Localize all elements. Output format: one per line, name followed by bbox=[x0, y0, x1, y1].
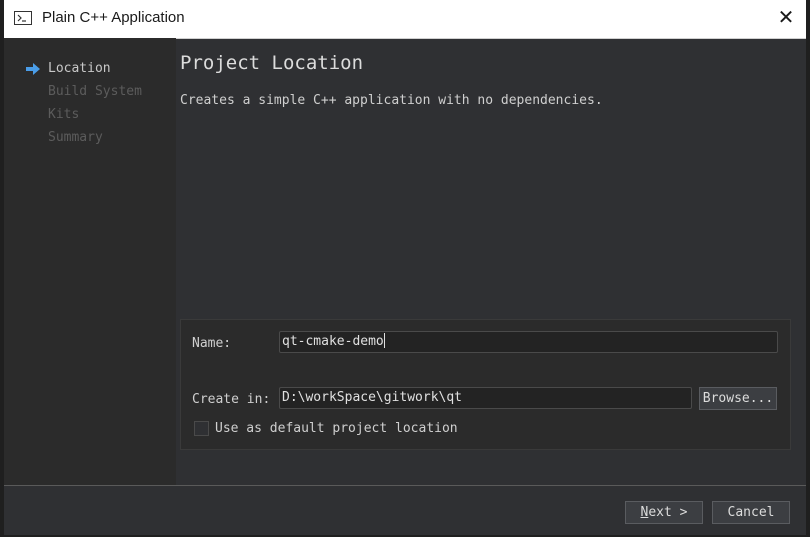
next-label: ext > bbox=[648, 505, 688, 520]
create-in-label: Create in: bbox=[192, 392, 271, 407]
name-input-value: qt-cmake-demo bbox=[282, 334, 384, 349]
page-title: Project Location bbox=[180, 52, 364, 74]
wizard-page: Project Location Creates a simple C++ ap… bbox=[176, 38, 806, 485]
wizard-steps-sidebar: Location Build System Kits Summary bbox=[4, 38, 176, 485]
step-build-system: Build System bbox=[48, 84, 142, 99]
title-bar: Plain C++ Application ✕ bbox=[4, 0, 806, 39]
create-in-value: D:\workSpace\gitwork\qt bbox=[282, 390, 463, 405]
footer-divider bbox=[4, 485, 806, 486]
step-location: Location bbox=[48, 61, 111, 76]
terminal-icon bbox=[14, 11, 32, 25]
name-label: Name: bbox=[192, 336, 232, 351]
page-description: Creates a simple C++ application with no… bbox=[180, 93, 603, 108]
default-location-checkbox[interactable] bbox=[194, 421, 209, 436]
browse-button[interactable]: Browse... bbox=[699, 387, 777, 410]
step-summary: Summary bbox=[48, 130, 103, 145]
default-location-label: Use as default project location bbox=[215, 421, 458, 436]
name-input[interactable]: qt-cmake-demo bbox=[279, 331, 778, 353]
create-in-input[interactable]: D:\workSpace\gitwork\qt bbox=[279, 387, 692, 409]
close-icon[interactable]: ✕ bbox=[776, 8, 796, 28]
next-button[interactable]: Next > bbox=[625, 501, 703, 524]
current-step-arrow-icon bbox=[26, 63, 40, 75]
window-title: Plain C++ Application bbox=[42, 9, 185, 26]
location-form: Name: qt-cmake-demo Create in: D:\workSp… bbox=[180, 319, 791, 450]
cancel-button[interactable]: Cancel bbox=[712, 501, 790, 524]
text-caret bbox=[383, 333, 385, 348]
wizard-window: Plain C++ Application ✕ Location Build S… bbox=[0, 0, 810, 537]
step-kits: Kits bbox=[48, 107, 80, 122]
